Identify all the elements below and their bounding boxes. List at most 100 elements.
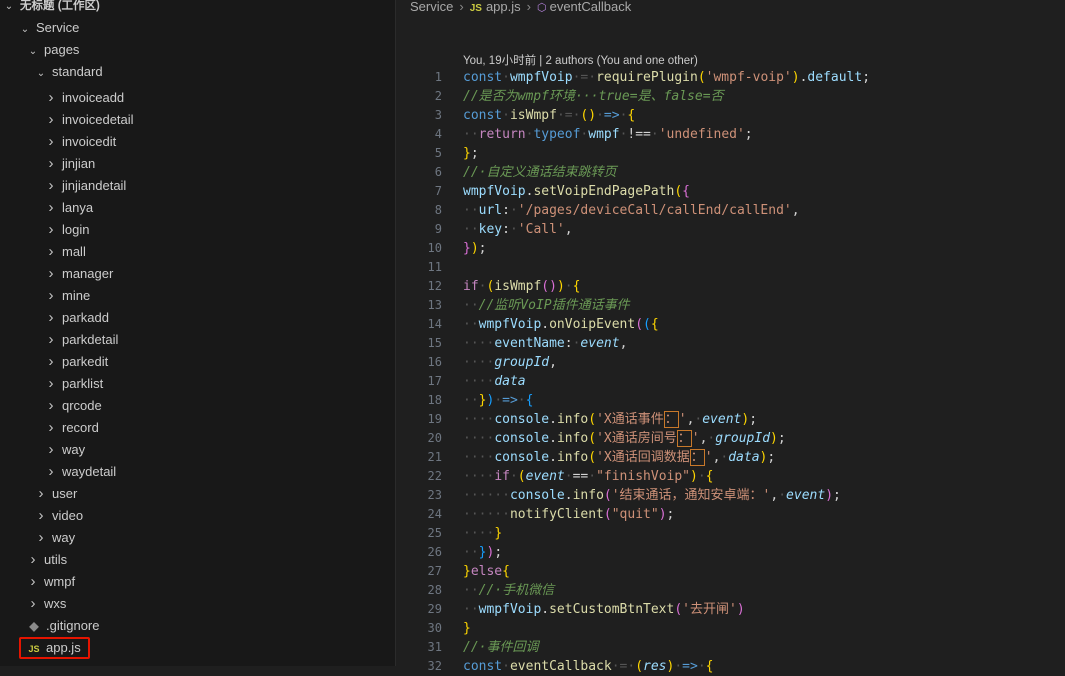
code-line[interactable]: ··url:·'/pages/deviceCall/callEnd/callEn… <box>463 201 800 220</box>
code-line[interactable]: ····eventName:·event, <box>463 334 627 353</box>
code-token: ( <box>588 412 597 427</box>
tree-folder-lanya[interactable]: › lanya <box>44 197 94 219</box>
code-token: res <box>643 659 667 674</box>
tree-folder-pages[interactable]: ⌄ pages <box>26 39 80 61</box>
line-number: 31 <box>427 640 442 654</box>
code-token: console <box>494 431 550 446</box>
code-token: event <box>786 488 826 503</box>
tree-item-label: wmpf <box>44 574 76 589</box>
code-token: ) <box>690 469 698 484</box>
code-token: ···· <box>463 412 495 427</box>
breadcrumb-file[interactable]: app.js <box>486 0 521 14</box>
line-number: 8 <box>434 203 442 217</box>
code-line[interactable]: ··return·typeof·wmpf·!==·'undefined'; <box>463 125 753 144</box>
code-line[interactable]: const·wmpfVoip·=·requirePlugin('wmpf-voi… <box>463 68 870 87</box>
code-line[interactable]: ····} <box>463 524 502 543</box>
code-line[interactable]: ····groupId, <box>463 353 557 372</box>
tree-folder-invoiceadd[interactable]: › invoiceadd <box>44 87 125 109</box>
tree-file-.gitignore[interactable]: ◆ .gitignore <box>26 615 99 637</box>
code-line[interactable]: //是否为wmpf环境···true=是、false=否 <box>463 87 724 106</box>
code-line[interactable]: ····console.info('X通话房间号：',·groupId); <box>463 429 786 448</box>
code-line[interactable]: //·事件回调 <box>463 638 538 657</box>
code-line[interactable]: ····if·(event·==·"finishVoip")·{ <box>463 467 713 486</box>
code-token: "finishVoip" <box>596 469 690 484</box>
code-line[interactable]: }; <box>463 144 479 163</box>
tree-folder-utils[interactable]: › utils <box>26 549 68 571</box>
tree-folder-invoicedetail[interactable]: › invoicedetail <box>44 109 134 131</box>
code-line[interactable]: ····data <box>463 372 526 391</box>
line-number: 12 <box>427 279 442 293</box>
tree-folder-waydetail[interactable]: › waydetail <box>44 461 117 483</box>
code-token: wmpfVoip <box>478 317 542 332</box>
git-file-icon: ◆ <box>29 619 39 633</box>
tree-folder-parklist[interactable]: › parklist <box>44 373 104 395</box>
code-line[interactable]: ··})·=>·{ <box>463 391 533 410</box>
code-line[interactable]: const·eventCallback·=·(res)·=>·{ <box>463 657 713 676</box>
tree-folder-qrcode[interactable]: › qrcode <box>44 395 102 417</box>
code-token: event <box>525 469 565 484</box>
code-token: else <box>470 564 503 579</box>
tree-folder-video[interactable]: › video <box>34 505 84 527</box>
code-line[interactable]: const·isWmpf·=·()·=>·{ <box>463 106 635 125</box>
tree-folder-jinjian[interactable]: › jinjian <box>44 153 96 175</box>
code-line[interactable]: ··}); <box>463 543 502 562</box>
tree-folder-wmpf[interactable]: › wmpf <box>26 571 76 593</box>
code-line[interactable]: ··//·手机微信 <box>463 581 554 600</box>
code-token: } <box>463 241 471 256</box>
breadcrumb-folder[interactable]: Service <box>410 0 453 14</box>
tree-item-label: .gitignore <box>46 618 100 633</box>
tree-folder-record[interactable]: › record <box>44 417 99 439</box>
code-line[interactable]: ······notifyClient("quit"); <box>463 505 674 524</box>
code-token: requirePlugin <box>596 70 698 85</box>
code-line[interactable]: ··wmpfVoip.setCustomBtnText('去开闸') <box>463 600 745 619</box>
workspace-root[interactable]: ⌄ 无标题 (工作区) <box>2 0 100 16</box>
code-line[interactable]: ····console.info('X通话回调数据：',·data); <box>463 448 775 467</box>
tree-folder-standard[interactable]: ⌄ standard <box>34 61 103 83</box>
tree-folder-user[interactable]: › user <box>34 483 78 505</box>
code-editor[interactable]: Service › JS app.js › ⬡ eventCallback You, 19小… <box>396 0 1065 674</box>
tree-folder-jinjiandetail[interactable]: › jinjiandetail <box>44 175 127 197</box>
code-token: , <box>791 203 800 218</box>
tree-item-label: login <box>62 222 90 237</box>
line-number: 4 <box>434 127 442 141</box>
chevron-right-icon: › <box>38 507 44 524</box>
code-line[interactable]: ······console.info('结束通话，通知安卓端：',·event)… <box>463 486 841 505</box>
tree-folder-mine[interactable]: › mine <box>44 285 91 307</box>
tree-folder-mall[interactable]: › mall <box>44 241 86 263</box>
tree-folder-login[interactable]: › login <box>44 219 90 241</box>
git-blame-annotation[interactable]: You, 19小时前 | 2 authors (You and one othe… <box>463 52 698 68</box>
line-number: 26 <box>427 545 442 559</box>
tree-item-label: jinjiandetail <box>62 178 127 193</box>
code-token: eventName <box>494 336 565 351</box>
line-number: 14 <box>427 317 442 331</box>
code-token: ·=· <box>611 659 636 674</box>
code-line[interactable]: } <box>463 619 471 638</box>
tree-item-label: qrcode <box>62 398 102 413</box>
tree-folder-wxs[interactable]: › wxs <box>26 593 67 615</box>
code-line[interactable]: ··key:·'Call', <box>463 220 573 239</box>
code-line[interactable]: }else{ <box>463 562 510 581</box>
code-line[interactable]: ··wmpfVoip.onVoipEvent(({ <box>463 315 659 334</box>
tree-folder-parkadd[interactable]: › parkadd <box>44 307 109 329</box>
code-line[interactable]: wmpfVoip.setVoipEndPagePath({ <box>463 182 690 201</box>
tree-folder-parkdetail[interactable]: › parkdetail <box>44 329 119 351</box>
tree-item-label: way <box>52 530 76 545</box>
chevron-right-icon: › <box>48 265 54 282</box>
tree-folder-way[interactable]: › way <box>34 527 76 549</box>
code-line[interactable]: }); <box>463 239 486 258</box>
code-line[interactable]: if·(isWmpf())·{ <box>463 277 580 296</box>
tree-folder-Service[interactable]: ⌄ Service <box>18 17 80 39</box>
tree-folder-way[interactable]: › way <box>44 439 86 461</box>
code-token: info <box>556 431 589 446</box>
tree-folder-manager[interactable]: › manager <box>44 263 114 285</box>
code-line[interactable]: ··//监听VoIP插件通话事件 <box>463 296 630 315</box>
code-token: ···· <box>463 526 495 541</box>
line-number: 11 <box>427 260 442 274</box>
code-token: ( <box>588 431 597 446</box>
tree-folder-invoicedit[interactable]: › invoicedit <box>44 131 117 153</box>
code-line[interactable]: ····console.info('X通话事件：',·event); <box>463 410 757 429</box>
code-token: ) <box>770 431 778 446</box>
tree-folder-parkedit[interactable]: › parkedit <box>44 351 109 373</box>
code-line[interactable]: //·自定义通话结束跳转页 <box>463 163 616 182</box>
breadcrumb-symbol[interactable]: eventCallback <box>550 0 632 14</box>
